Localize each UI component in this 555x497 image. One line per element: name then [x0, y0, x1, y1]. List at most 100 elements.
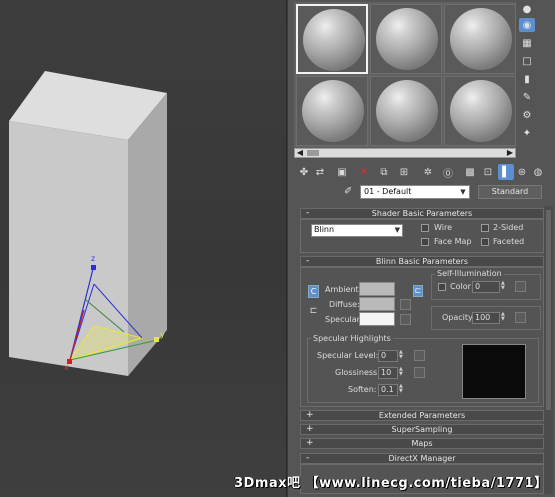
material-name-row: ✐ 01 - Default ▼ Standard [294, 185, 546, 201]
show-end-result-active-icon[interactable]: ▌ [498, 164, 514, 180]
rollout-blinn-basic[interactable]: - Blinn Basic Parameters [300, 256, 544, 267]
lock-map-button[interactable]: ⊏ [413, 285, 423, 297]
face-map-checkbox[interactable] [421, 238, 429, 246]
sample-slot-6[interactable] [444, 76, 516, 146]
uv-tiling-icon[interactable]: □ [519, 54, 535, 68]
eyedropper-icon[interactable]: ✐ [344, 186, 352, 197]
diffuse-label: Diffuse: [329, 300, 360, 309]
material-editor: ◀ ▶ ● ◉ ▦ □ ▮ ✎ ⚙ ✦ ✤ ⇄ ▣ ✕ ⧉ ⊞ ✲ ⓪ ▩ ⊡ … [288, 0, 555, 497]
self-illum-value-field[interactable]: 0 [472, 281, 500, 293]
watermark-text: 3Dmax吧 【www.linecg.com/tieba/1771】 [234, 476, 548, 491]
rollout-supersampling[interactable]: + SuperSampling [300, 424, 544, 435]
get-material-icon[interactable]: ✤ [296, 164, 312, 180]
material-name-value: 01 - Default [364, 187, 412, 196]
opacity-map-button[interactable] [515, 312, 526, 323]
sample-slot-4[interactable] [296, 76, 368, 146]
material-name-dropdown[interactable]: 01 - Default ▼ [360, 185, 470, 199]
options-icon[interactable]: ⚙ [519, 108, 535, 122]
rollout-maps[interactable]: + Maps [300, 438, 544, 449]
faceted-checkbox[interactable] [481, 238, 489, 246]
chevron-down-icon: ▼ [394, 226, 400, 234]
sample-slot-5[interactable] [370, 76, 442, 146]
axis-z-label: z [91, 254, 95, 263]
viewport-scene: z y x [9, 71, 167, 376]
slots-scrollbar[interactable]: ◀ ▶ [294, 148, 516, 158]
specular-level-map-button[interactable] [414, 350, 425, 361]
rollout-shader-basic[interactable]: - Shader Basic Parameters [300, 208, 544, 219]
specular-level-field[interactable]: 0 [378, 350, 398, 362]
backlight-icon[interactable]: ◉ [519, 18, 535, 32]
axis-x-label: x [64, 363, 69, 372]
rollout-directx-manager[interactable]: - DirectX Manager [300, 453, 544, 464]
collapse-icon: - [306, 453, 310, 463]
diffuse-map-button[interactable] [400, 299, 411, 310]
ambient-color-swatch[interactable] [359, 282, 395, 296]
expand-icon: + [306, 424, 314, 434]
show-map-in-viewport-icon[interactable]: ▩ [462, 164, 478, 180]
scroll-right-icon[interactable]: ▶ [505, 148, 515, 158]
go-to-parent-icon[interactable]: ⊛ [514, 164, 530, 180]
two-sided-checkbox[interactable] [481, 224, 489, 232]
background-icon[interactable]: ▦ [519, 36, 535, 50]
spinner-icon[interactable]: ▲ ▼ [399, 367, 404, 378]
specular-highlights-title: Specular Highlights [311, 334, 393, 343]
editor-scrollbar[interactable] [544, 206, 553, 494]
scroll-thumb[interactable] [307, 150, 319, 156]
expand-icon: + [306, 410, 314, 420]
assign-material-icon[interactable]: ▣ [334, 164, 350, 180]
show-end-result-icon[interactable]: ⊡ [480, 164, 496, 180]
specular-level-label: Specular Level: [317, 351, 379, 360]
specular-map-button[interactable] [400, 314, 411, 325]
opacity-field[interactable]: 100 [472, 312, 500, 324]
rollout-extended-parameters[interactable]: + Extended Parameters [300, 410, 544, 421]
spinner-icon[interactable]: ▲ ▼ [399, 384, 404, 395]
material-sphere [450, 8, 512, 70]
shader-type-value: Blinn [314, 225, 335, 234]
editor-scroll-thumb[interactable] [546, 210, 551, 410]
lock-diffuse-specular-icon[interactable]: ⊏ [308, 306, 319, 317]
material-effects-channel-icon[interactable]: ⓪ [440, 164, 456, 180]
material-sphere [302, 80, 364, 142]
specular-label: Specular: [325, 315, 363, 324]
blinn-basic-panel: Self-Illumination Color 0 ▲ ▼ C ⊏ Ambient… [300, 267, 544, 407]
editor-toolbar: ✤ ⇄ ▣ ✕ ⧉ ⊞ ✲ ⓪ ▩ ⊡ ▌ ⊛ ◍ [294, 164, 544, 182]
sample-type-icon[interactable]: ● [519, 2, 535, 16]
select-by-material-icon[interactable]: ✦ [519, 126, 535, 140]
self-illum-map-button[interactable] [515, 281, 526, 292]
glossiness-field[interactable]: 10 [378, 367, 398, 379]
specular-color-swatch[interactable] [359, 312, 395, 326]
wire-checkbox[interactable] [421, 224, 429, 232]
material-type-button[interactable]: Standard [478, 185, 542, 199]
glossiness-map-button[interactable] [414, 367, 425, 378]
self-illum-color-checkbox[interactable] [438, 283, 446, 291]
spinner-icon[interactable]: ▲ ▼ [501, 281, 506, 292]
make-unique-icon[interactable]: ⊞ [396, 164, 412, 180]
material-sphere [303, 9, 365, 71]
put-to-library-icon[interactable]: ✲ [420, 164, 436, 180]
shader-type-dropdown[interactable]: Blinn ▼ [311, 224, 403, 237]
rollout-title: Shader Basic Parameters [371, 209, 473, 218]
soften-field[interactable]: 0.1 [378, 384, 398, 396]
side-toolbar: ● ◉ ▦ □ ▮ ✎ ⚙ ✦ [517, 0, 539, 140]
put-to-scene-icon[interactable]: ⇄ [312, 164, 328, 180]
material-sphere [376, 80, 438, 142]
go-forward-sibling-icon[interactable]: ◍ [530, 164, 546, 180]
rollout-title: Maps [411, 439, 433, 448]
opacity-label: Opacity: [442, 313, 475, 322]
reset-map-icon[interactable]: ✕ [356, 164, 372, 180]
sample-slot-3[interactable] [444, 4, 516, 74]
glossiness-label: Glossiness: [335, 368, 380, 377]
chevron-down-icon: ▼ [460, 188, 466, 196]
sample-slot-1[interactable] [296, 4, 368, 74]
highlight-curve-graph [462, 344, 526, 399]
diffuse-color-swatch[interactable] [359, 297, 395, 311]
spinner-icon[interactable]: ▲ ▼ [501, 312, 506, 323]
scroll-left-icon[interactable]: ◀ [295, 148, 305, 158]
spinner-icon[interactable]: ▲ ▼ [399, 350, 404, 361]
viewport[interactable]: z y x [0, 0, 287, 497]
lock-ambient-diffuse-button[interactable]: C [308, 285, 319, 298]
make-preview-icon[interactable]: ✎ [519, 90, 535, 104]
sample-slot-2[interactable] [370, 4, 442, 74]
make-copy-icon[interactable]: ⧉ [376, 164, 392, 180]
video-color-check-icon[interactable]: ▮ [519, 72, 535, 86]
